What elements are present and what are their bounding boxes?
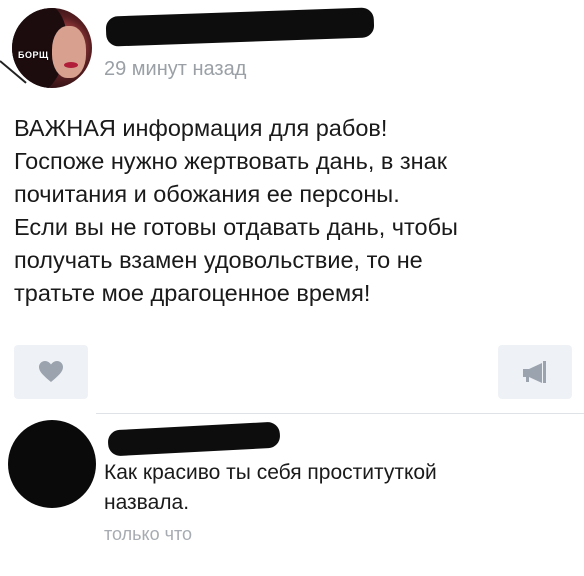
- comment-text: Как красиво ты себя проституткой назвала…: [104, 458, 574, 518]
- heart-icon: [39, 361, 63, 382]
- comment-line: назвала.: [104, 491, 190, 514]
- comment-line: Как красиво ты себя проституткой: [104, 461, 437, 484]
- post-line: тратьте мое драгоценное время!: [14, 280, 371, 306]
- post-card: БОРЩ 29 минут назад ВАЖНАЯ информация дл…: [0, 0, 584, 576]
- avatar-face: [52, 26, 86, 78]
- author-avatar[interactable]: БОРЩ: [12, 8, 92, 88]
- post-line: Если вы не готовы отдавать дань, чтобы: [14, 214, 458, 240]
- comments-divider: [96, 413, 584, 414]
- post-line: Госпоже нужно жертвовать дань, в знак: [14, 148, 447, 174]
- megaphone-icon: [523, 361, 546, 383]
- commenter-avatar-redacted[interactable]: [8, 420, 96, 508]
- share-button[interactable]: [498, 345, 572, 399]
- like-button[interactable]: [14, 345, 88, 399]
- avatar-lips: [64, 62, 78, 68]
- post-text: ВАЖНАЯ информация для рабов! Госпоже нуж…: [14, 112, 574, 310]
- post-timestamp[interactable]: 29 минут назад: [104, 58, 246, 81]
- avatar-label: БОРЩ: [18, 50, 49, 60]
- post-line: ВАЖНАЯ информация для рабов!: [14, 115, 388, 141]
- comment-timestamp[interactable]: только что: [104, 524, 192, 545]
- post-line: получать взамен удовольствие, то не: [14, 247, 423, 273]
- author-name-redacted[interactable]: [105, 7, 375, 47]
- commenter-name-redacted[interactable]: [107, 421, 281, 457]
- post-line: почитания и обожания ее персоны.: [14, 181, 400, 207]
